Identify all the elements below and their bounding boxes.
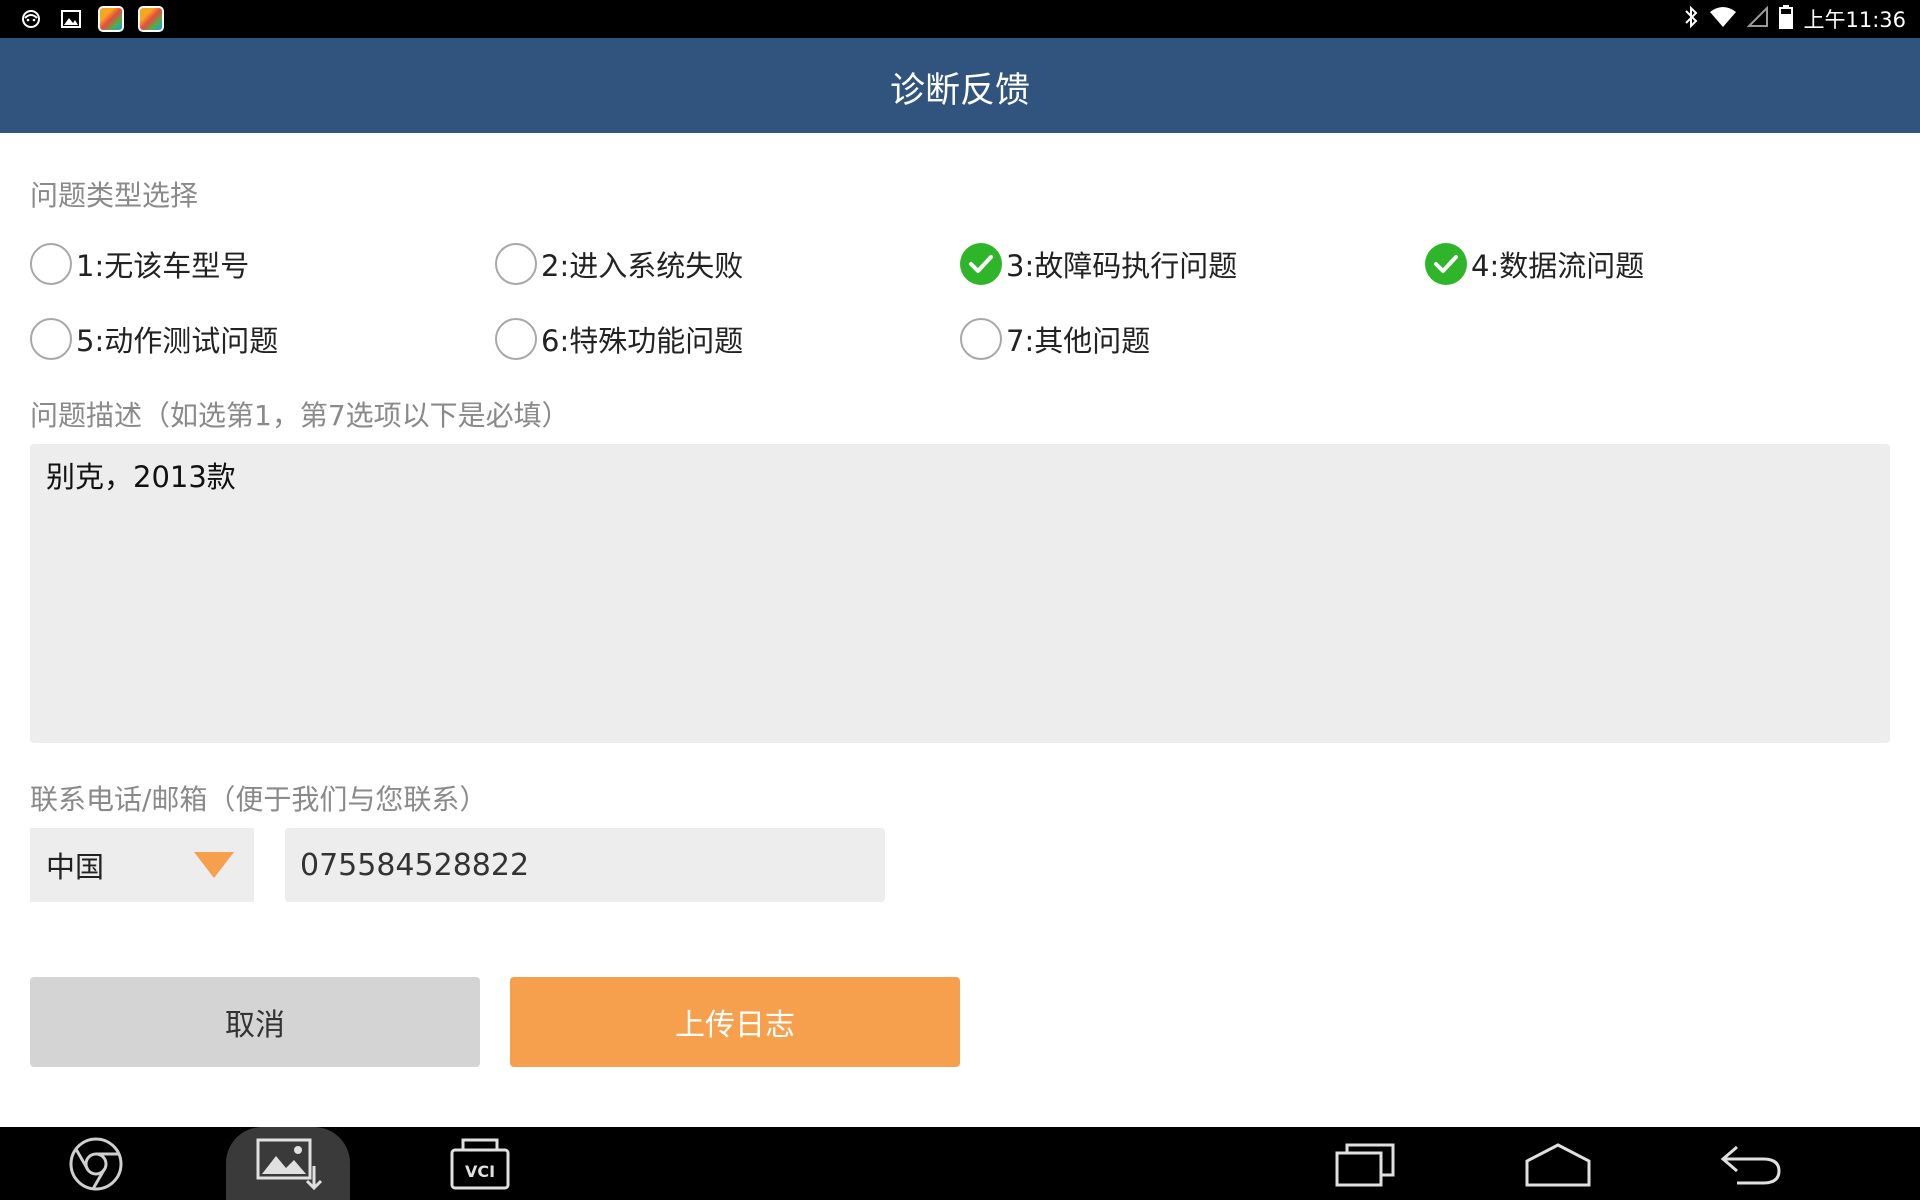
cancel-button[interactable]: 取消 [30,977,480,1067]
option-label: 3:故障码执行问题 [1006,249,1238,283]
dropdown-arrow-icon[interactable] [194,852,234,878]
option-label: 2:进入系统失败 [541,249,744,283]
option-dtc-problem[interactable]: 3:故障码执行问题 [960,241,1237,287]
option-label: 7:其他问题 [1006,324,1151,358]
description-textarea[interactable]: 别克，2013款 [30,444,1890,743]
chrome-icon[interactable] [62,1127,130,1200]
option-no-model[interactable]: 1:无该车型号 [30,241,249,287]
option-other-problem[interactable]: 7:其他问题 [960,316,1150,362]
app-notification-icon [138,6,164,32]
home-icon[interactable] [1520,1127,1596,1200]
option-action-test-problem[interactable]: 5:动作测试问题 [30,316,278,362]
radio-unchecked-icon[interactable] [960,318,1002,360]
status-bar: 上午11:36 [0,0,1920,38]
status-time: 上午11:36 [1803,8,1906,32]
radio-unchecked-icon[interactable] [30,243,72,285]
bluetooth-icon [1683,5,1699,33]
description-label: 问题描述（如选第1，第7选项以下是必填） [30,399,570,432]
country-value: 中国 [46,850,105,884]
gallery-download-icon[interactable] [246,1127,330,1200]
option-label: 1:无该车型号 [76,249,250,283]
option-special-function-problem[interactable]: 6:特殊功能问题 [495,316,743,362]
option-label: 6:特殊功能问题 [541,324,744,358]
checkmark-icon[interactable] [1425,243,1467,285]
radio-unchecked-icon[interactable] [30,318,72,360]
radio-unchecked-icon[interactable] [495,243,537,285]
image-notification-icon [58,6,84,32]
signal-icon [1747,5,1769,32]
option-data-stream-problem[interactable]: 4:数据流问题 [1425,241,1644,287]
battery-icon [1779,5,1794,33]
country-select[interactable]: 中国 [30,828,254,902]
option-system-entry-fail[interactable]: 2:进入系统失败 [495,241,743,287]
checkmark-icon[interactable] [960,243,1002,285]
contact-label: 联系电话/邮箱（便于我们与您联系） [30,783,488,816]
back-icon[interactable] [1712,1127,1788,1200]
app-bar: 诊断反馈 [0,38,1920,133]
vci-icon[interactable]: VCI [446,1127,514,1200]
option-label: 5:动作测试问题 [76,324,279,358]
option-label: 4:数据流问题 [1471,249,1645,283]
problem-type-label: 问题类型选择 [30,179,199,212]
notification-app-icon [18,6,44,32]
phone-email-input[interactable]: 075584528822 [285,828,885,902]
page-title: 诊断反馈 [889,71,1030,111]
wifi-icon [1709,6,1737,32]
upload-log-button[interactable]: 上传日志 [510,977,960,1067]
radio-unchecked-icon[interactable] [495,318,537,360]
navigation-bar: VCI [0,1127,1920,1200]
recent-apps-icon[interactable] [1330,1127,1400,1200]
app-notification-icon [98,6,124,32]
vci-label: VCI [465,1162,495,1181]
